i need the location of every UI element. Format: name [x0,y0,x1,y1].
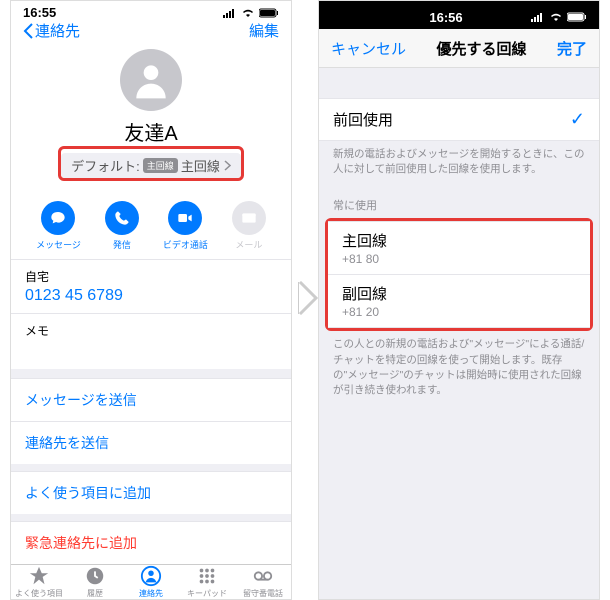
tab-recents[interactable]: 履歴 [67,565,123,599]
back-button[interactable]: 連絡先 [23,20,80,41]
message-button[interactable]: メッセージ [36,201,81,251]
video-button[interactable]: ビデオ通話 [163,201,208,251]
edit-button[interactable]: 編集 [249,20,279,41]
status-bar: 16:56 [319,1,599,29]
nav-bar: キャンセル 優先する回線 完了 [319,29,599,68]
message-icon [50,210,66,226]
highlight-lines: 主回線 +81 80 副回線 +81 20 [325,218,593,331]
chevron-left-icon [23,23,33,39]
tab-bar: よく使う項目 履歴 連絡先 キーパッド 留守番電話 [11,564,291,599]
voicemail-icon [252,565,274,587]
phone-number: 0123 45 6789 [25,287,277,305]
memo-section[interactable]: メモ [11,313,291,369]
contact-name: 友達A [124,117,177,146]
add-favorite-link[interactable]: よく使う項目に追加 [11,471,291,514]
page-title: 優先する回線 [436,38,526,59]
cancel-button[interactable]: キャンセル [331,38,406,59]
last-used-option[interactable]: 前回使用 ✓ [319,98,599,141]
nav-bar: 連絡先 編集 [11,20,291,41]
line-list: 主回線 +81 80 副回線 +81 20 [328,221,590,328]
note-last-used: 新規の電話およびメッセージを開始するときに、この人に対して前回使用した回線を使用… [319,141,599,183]
phone-icon [114,210,130,226]
keypad-icon [196,565,218,587]
phone-contact-detail: 16:55 連絡先 編集 友達A デフォルト: 主回線 主回線 メッセージ 発信… [10,0,292,600]
battery-icon [567,12,587,22]
battery-icon [259,8,279,18]
call-button[interactable]: 発信 [105,201,139,251]
status-bar: 16:55 [11,1,291,20]
send-contact-link[interactable]: 連絡先を送信 [11,421,291,464]
arrow-icon [298,280,320,316]
contact-icon [140,565,162,587]
person-icon [129,58,173,102]
line-badge: 主回線 [143,158,178,173]
chevron-right-icon [224,160,231,171]
separator [11,369,291,378]
add-emergency-link[interactable]: 緊急連絡先に追加 [11,521,291,564]
tab-keypad[interactable]: キーパッド [179,565,235,599]
status-time: 16:55 [23,5,56,20]
status-time: 16:56 [429,10,462,25]
status-icons [223,8,279,18]
separator [11,464,291,471]
status-icons [531,12,587,22]
line-option-secondary[interactable]: 副回線 +81 20 [328,274,590,327]
mail-button: メール [232,201,266,251]
phone-section[interactable]: 自宅 0123 45 6789 [11,259,291,313]
phone-label: 自宅 [25,268,277,285]
memo-label: メモ [25,322,277,339]
wifi-icon [549,12,563,22]
separator [11,514,291,521]
wifi-icon [241,8,255,18]
section-header-always: 常に使用 [319,183,599,218]
note-always: この人との新規の電話および"メッセージ"による通話/チャットを特定の回線を使って… [319,331,599,404]
profile-header: 友達A デフォルト: 主回線 主回線 [11,41,291,191]
tab-voicemail[interactable]: 留守番電話 [235,565,291,599]
signal-icon [223,8,237,18]
send-message-link[interactable]: メッセージを送信 [11,378,291,421]
line-option-primary[interactable]: 主回線 +81 80 [328,222,590,274]
tab-contacts[interactable]: 連絡先 [123,565,179,599]
checkmark-icon: ✓ [570,109,585,130]
action-row: メッセージ 発信 ビデオ通話 メール [11,191,291,259]
tab-favorites[interactable]: よく使う項目 [11,565,67,599]
signal-icon [531,12,545,22]
mail-icon [241,210,257,226]
avatar [120,49,182,111]
star-icon [28,565,50,587]
video-icon [177,210,193,226]
default-line-button[interactable]: デフォルト: 主回線 主回線 [61,153,241,178]
done-button[interactable]: 完了 [557,38,587,59]
highlight-default-line: デフォルト: 主回線 主回線 [58,146,244,181]
clock-icon [84,565,106,587]
phone-line-priority: 16:56 キャンセル 優先する回線 完了 前回使用 ✓ 新規の電話およびメッセ… [318,0,600,600]
